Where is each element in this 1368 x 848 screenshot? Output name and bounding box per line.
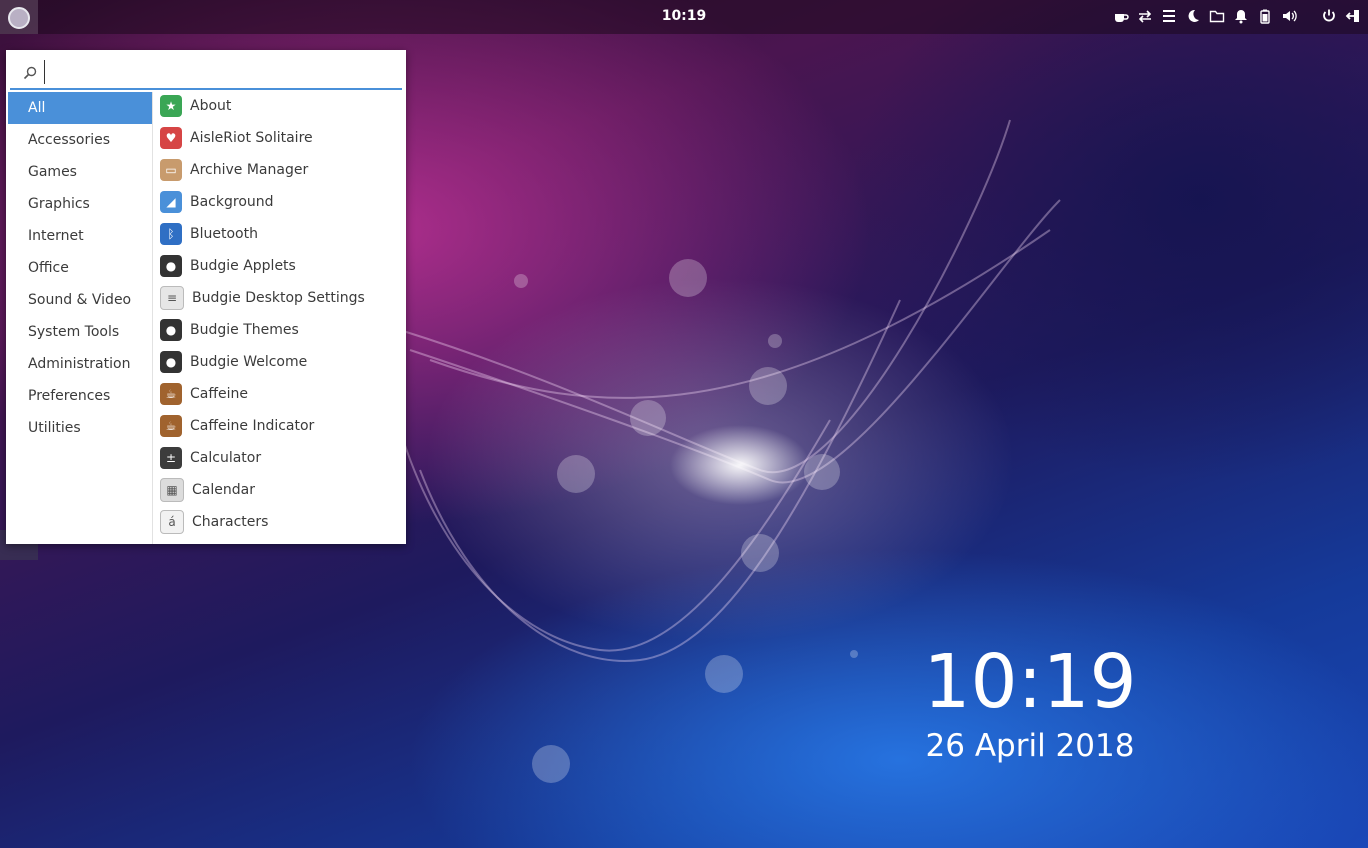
- desktop-clock-widget: 10:19 26 April 2018: [920, 640, 1140, 766]
- budgie-icon: ●: [160, 319, 182, 341]
- app-item-budgie-desktop-settings[interactable]: ≡ Budgie Desktop Settings: [158, 282, 404, 314]
- app-item-label: Bluetooth: [190, 226, 258, 242]
- app-item-bluetooth[interactable]: ᛒ Bluetooth: [158, 218, 404, 250]
- app-item-label: Budgie Themes: [190, 322, 299, 338]
- search-bar: [10, 56, 402, 90]
- category-sound-video[interactable]: Sound & Video: [8, 284, 152, 316]
- app-item-budgie-applets[interactable]: ● Budgie Applets: [158, 250, 404, 282]
- app-item-caffeine[interactable]: ☕ Caffeine: [158, 378, 404, 410]
- app-item-label: Budgie Welcome: [190, 354, 308, 370]
- app-item-aisleriot-solitaire[interactable]: ♥ AisleRiot Solitaire: [158, 122, 404, 154]
- category-preferences[interactable]: Preferences: [8, 380, 152, 412]
- power-icon[interactable]: [1320, 7, 1338, 25]
- app-item-label: Calculator: [190, 450, 262, 466]
- calculator-icon: ±: [160, 447, 182, 469]
- system-tray: [1112, 7, 1362, 25]
- characters-icon: á: [160, 510, 184, 534]
- app-item-label: Caffeine Indicator: [190, 418, 315, 434]
- star-icon: ★: [160, 95, 182, 117]
- app-menu-button[interactable]: [0, 0, 38, 34]
- category-all[interactable]: All: [8, 92, 152, 124]
- budgie-menu-icon: [8, 7, 30, 29]
- search-input[interactable]: [44, 60, 389, 84]
- app-item-about[interactable]: ★ About: [158, 90, 404, 122]
- category-office[interactable]: Office: [8, 252, 152, 284]
- app-item-caffeine-indicator[interactable]: ☕ Caffeine Indicator: [158, 410, 404, 442]
- battery-icon[interactable]: [1256, 7, 1274, 25]
- notification-bell-icon[interactable]: [1232, 7, 1250, 25]
- heart-card-icon: ♥: [160, 127, 182, 149]
- search-icon: [23, 66, 37, 80]
- coffee-cup-icon: ☕: [160, 415, 182, 437]
- category-accessories[interactable]: Accessories: [8, 124, 152, 156]
- app-item-label: Caffeine: [190, 386, 248, 402]
- category-system-tools[interactable]: System Tools: [8, 316, 152, 348]
- app-item-budgie-themes[interactable]: ● Budgie Themes: [158, 314, 404, 346]
- background-icon: ◢: [160, 191, 182, 213]
- app-menu-popover: All Accessories Games Graphics Internet Offic…: [6, 50, 406, 544]
- settings-toggle-icon: ≡: [160, 286, 184, 310]
- budgie-icon: ●: [160, 255, 182, 277]
- category-internet[interactable]: Internet: [8, 220, 152, 252]
- category-games[interactable]: Games: [8, 156, 152, 188]
- coffee-cup-icon: ☕: [160, 383, 182, 405]
- app-item-calendar[interactable]: ▦ Calendar: [158, 474, 404, 506]
- category-list: All Accessories Games Graphics Internet Offic…: [6, 92, 153, 544]
- category-administration[interactable]: Administration: [8, 348, 152, 380]
- app-item-background[interactable]: ◢ Background: [158, 186, 404, 218]
- network-arrows-icon[interactable]: [1136, 7, 1154, 25]
- app-item-label: Background: [190, 194, 274, 210]
- app-item-characters[interactable]: á Characters: [158, 506, 404, 538]
- desktop-clock-date: 26 April 2018: [925, 728, 1135, 764]
- logout-icon[interactable]: [1344, 7, 1362, 25]
- app-item-label: Archive Manager: [190, 162, 309, 178]
- night-mode-icon[interactable]: [1184, 7, 1202, 25]
- menu-icon[interactable]: [1160, 7, 1178, 25]
- app-item-label: AisleRiot Solitaire: [190, 130, 313, 146]
- top-panel: 10:19: [0, 0, 1368, 34]
- category-utilities[interactable]: Utilities: [8, 412, 152, 444]
- app-item-label: About: [190, 98, 232, 114]
- category-graphics[interactable]: Graphics: [8, 188, 152, 220]
- app-item-label: Characters: [192, 514, 269, 530]
- app-list: ★ About ♥ AisleRiot Solitaire ▭ Archive Manag…: [158, 90, 404, 538]
- app-item-label: Calendar: [192, 482, 255, 498]
- volume-icon[interactable]: [1280, 7, 1298, 25]
- app-item-archive-manager[interactable]: ▭ Archive Manager: [158, 154, 404, 186]
- folder-icon[interactable]: [1208, 7, 1226, 25]
- coffee-icon[interactable]: [1112, 7, 1130, 25]
- app-item-label: Budgie Applets: [190, 258, 296, 274]
- bluetooth-icon: ᛒ: [160, 223, 182, 245]
- app-item-budgie-welcome[interactable]: ● Budgie Welcome: [158, 346, 404, 378]
- budgie-icon: ●: [160, 351, 182, 373]
- desktop-clock-time: 10:19: [923, 639, 1137, 725]
- calendar-icon: ▦: [160, 478, 184, 502]
- app-item-calculator[interactable]: ± Calculator: [158, 442, 404, 474]
- app-item-label: Budgie Desktop Settings: [192, 290, 365, 306]
- archive-icon: ▭: [160, 159, 182, 181]
